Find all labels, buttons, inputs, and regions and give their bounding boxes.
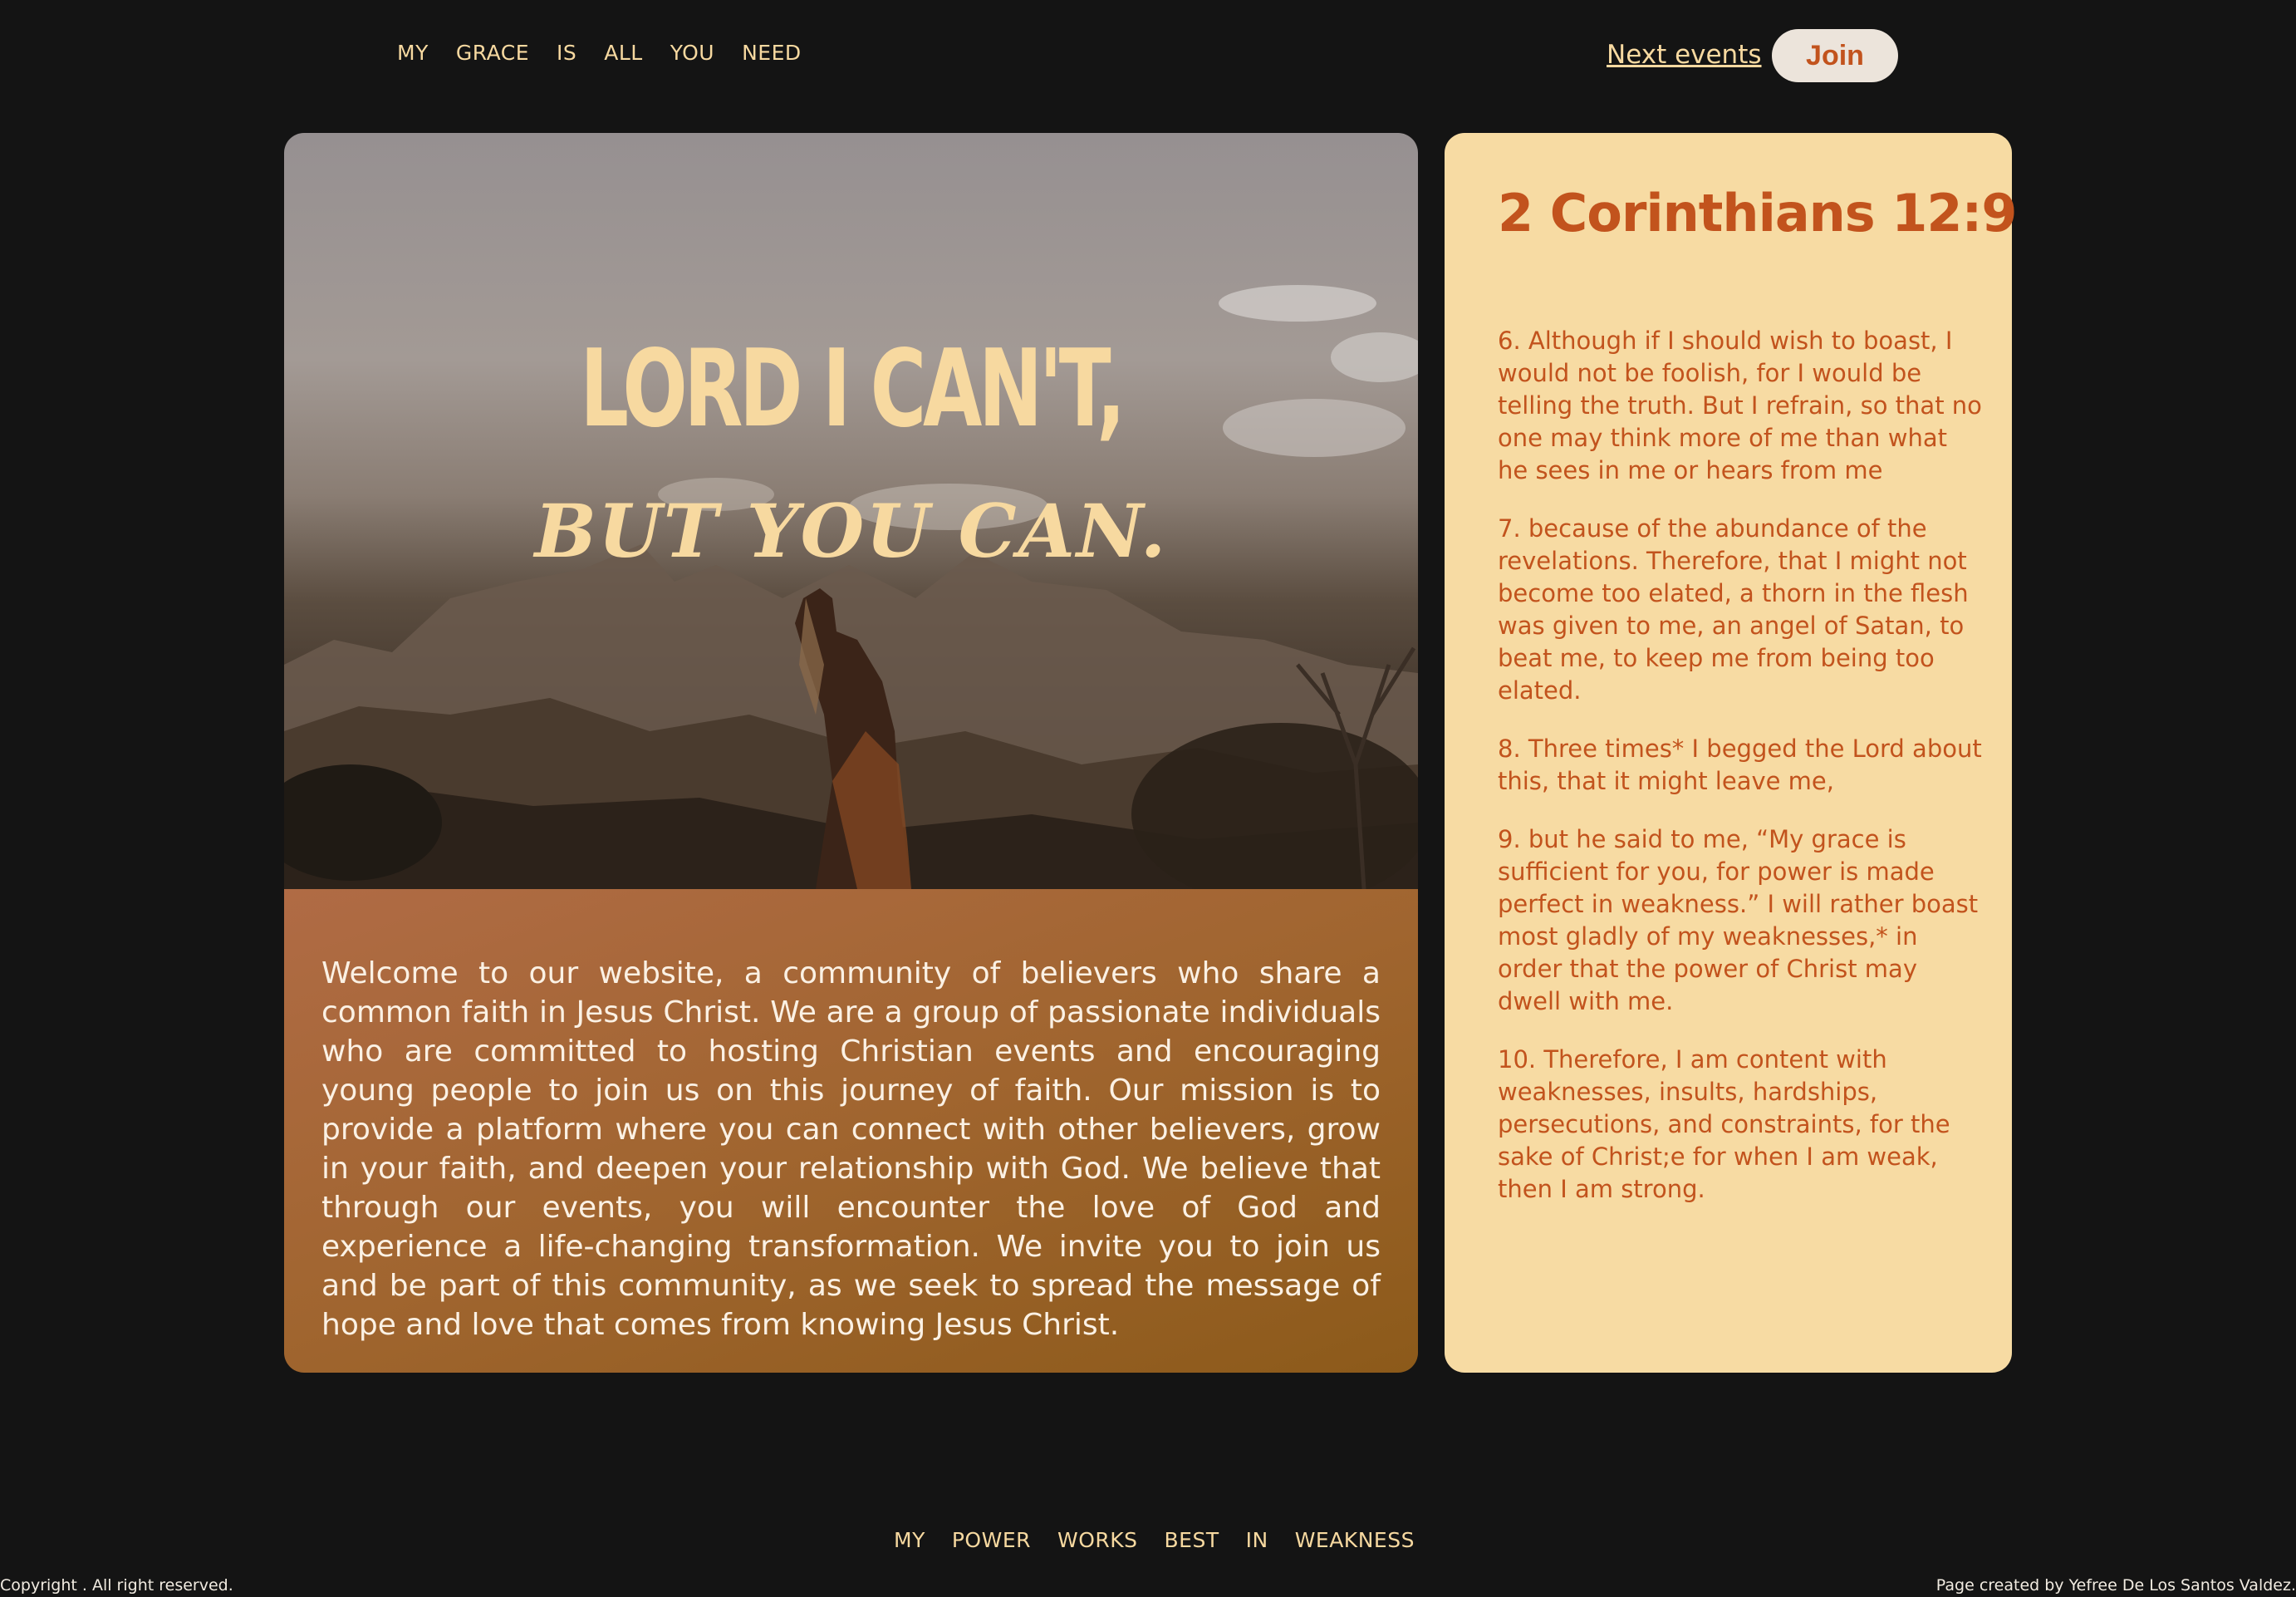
welcome-text: Welcome to our website, a community of b… <box>321 956 1381 1342</box>
welcome-section: Welcome to our website, a community of b… <box>284 889 1418 1373</box>
footer-nav-link-power[interactable]: POWER <box>952 1528 1031 1552</box>
footer-nav-link-best[interactable]: BEST <box>1165 1528 1219 1552</box>
verse-6: 6. Although if I should wish to boast, I… <box>1498 327 1982 484</box>
hero-title: LORD I CAN'T, <box>580 327 1126 451</box>
credit-text: Page created by Yefree De Los Santos Val… <box>1935 1576 2296 1595</box>
hero-image: LORD I CAN'T, BUT YOU CAN. <box>284 133 1418 889</box>
top-nav: MY GRACE IS ALL YOU NEED <box>397 41 829 65</box>
top-nav-link-all[interactable]: ALL <box>604 41 642 65</box>
hero-card: LORD I CAN'T, BUT YOU CAN. Welcome to ou… <box>284 133 1418 1373</box>
top-nav-link-my[interactable]: MY <box>397 41 429 65</box>
footer-nav-link-my[interactable]: MY <box>894 1528 925 1552</box>
verse-10: 10. Therefore, I am content with weaknes… <box>1498 1045 1950 1203</box>
verse-7: 7. because of the abundance of the revel… <box>1498 514 1969 705</box>
footer-nav: MY POWER WORKS BEST IN WEAKNESS <box>894 1528 1441 1552</box>
next-events-link[interactable]: Next events <box>1607 40 1762 70</box>
scripture-title: 2 Corinthians 12:9 <box>1498 183 2017 243</box>
footer-nav-link-weakness[interactable]: WEAKNESS <box>1295 1528 1415 1552</box>
top-nav-link-grace[interactable]: GRACE <box>456 41 529 65</box>
footer-nav-link-works[interactable]: WORKS <box>1057 1528 1138 1552</box>
copyright-text: Copyright . All right reserved. <box>0 1576 233 1595</box>
footer-nav-link-in[interactable]: IN <box>1246 1528 1268 1552</box>
verse-list: 6. Although if I should wish to boast, I… <box>1498 325 1984 1231</box>
hero-subtitle: BUT YOU CAN. <box>534 488 1168 574</box>
verse-9: 9. but he said to me, “My grace is suffi… <box>1498 825 1979 1015</box>
top-nav-link-is[interactable]: IS <box>557 41 576 65</box>
top-nav-link-need[interactable]: NEED <box>742 41 802 65</box>
verse-8: 8. Three times* I begged the Lord about … <box>1498 735 1982 795</box>
join-button[interactable]: Join <box>1772 29 1898 82</box>
top-nav-link-you[interactable]: YOU <box>670 41 714 65</box>
scripture-card: 2 Corinthians 12:9 6. Although if I shou… <box>1445 133 2017 1373</box>
